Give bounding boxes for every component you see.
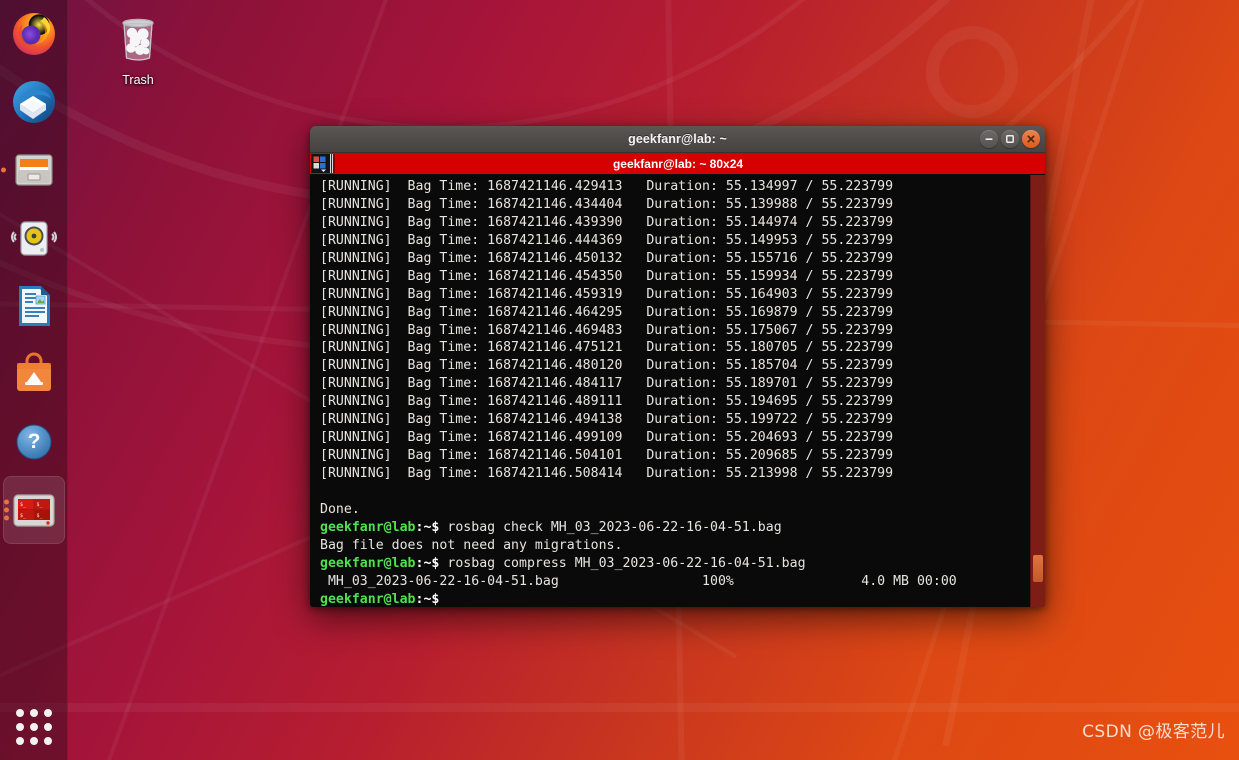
- rhythmbox-icon: [11, 221, 57, 256]
- terminal-line: [RUNNING] Bag Time: 1687421146.489111 Du…: [320, 394, 894, 410]
- shell-prompt-user: geekfanr@lab: [320, 555, 416, 571]
- terminal-line: Bag file does not need any migrations.: [320, 537, 623, 553]
- terminal-tab-title[interactable]: geekfanr@lab: ~ 80x24: [335, 157, 1021, 171]
- svg-text:$_: $_: [20, 513, 27, 519]
- shell-command: rosbag check MH_03_2023-06-22-16-04-51.b…: [439, 519, 782, 535]
- window-controls: [980, 126, 1040, 152]
- terminal-line: [RUNNING] Bag Time: 1687421146.450132 Du…: [320, 250, 894, 266]
- dock-item-firefox[interactable]: [0, 0, 68, 68]
- shell-prompt-path: :~$: [415, 519, 440, 535]
- shell-command: rosbag compress MH_03_2023-06-22-16-04-5…: [439, 555, 806, 571]
- terminal-tabbar[interactable]: geekfanr@lab: ~ 80x24: [310, 153, 1045, 175]
- dock-item-writer[interactable]: [0, 272, 68, 340]
- terminal-window[interactable]: geekfanr@lab: ~ geekfanr@lab: ~ 80x24 [R…: [310, 126, 1045, 607]
- terminal-prompt-line: geekfanr@lab:~$ rosbag check MH_03_2023-…: [320, 519, 1030, 537]
- dock: ? $_ $_ $_ $_: [0, 0, 68, 760]
- dock-item-rhythmbox[interactable]: [0, 204, 68, 272]
- svg-text:$_: $_: [37, 513, 44, 519]
- desktop[interactable]: ? $_ $_ $_ $_ Trash geekfanr@lab: ~ geek…: [0, 0, 1239, 760]
- shell-prompt-path: :~$: [415, 555, 440, 571]
- show-applications-button[interactable]: [0, 694, 68, 760]
- terminal-line: [RUNNING] Bag Time: 1687421146.480120 Du…: [320, 358, 894, 374]
- terminal-prompt-line: geekfanr@lab:~$ rosbag compress MH_03_20…: [320, 555, 1030, 573]
- thunderbird-icon: [13, 81, 55, 123]
- dock-item-files[interactable]: [0, 136, 68, 204]
- running-indicator: [4, 499, 9, 521]
- shell-prompt-user: geekfanr@lab: [320, 591, 416, 607]
- terminal-line: Done.: [320, 501, 360, 517]
- maximize-button[interactable]: [1001, 130, 1019, 148]
- terminal-line: [RUNNING] Bag Time: 1687421146.439390 Du…: [320, 214, 894, 230]
- help-icon: ?: [16, 424, 52, 460]
- shell-prompt-user: geekfanr@lab: [320, 519, 416, 535]
- scrollbar-thumb[interactable]: [1033, 555, 1043, 582]
- watermark: CSDN @极客范儿: [1082, 722, 1225, 742]
- firefox-icon: [13, 13, 55, 55]
- dock-item-software[interactable]: [0, 340, 68, 408]
- terminal-line: [RUNNING] Bag Time: 1687421146.459319 Du…: [320, 286, 894, 302]
- terminal-line: [RUNNING] Bag Time: 1687421146.504101 Du…: [320, 448, 894, 464]
- terminal-line: [RUNNING] Bag Time: 1687421146.444369 Du…: [320, 232, 894, 248]
- app-grid-icon: [16, 709, 52, 745]
- terminal-scrollbar[interactable]: [1030, 175, 1045, 607]
- close-icon: [1027, 135, 1035, 143]
- terminal-line: [RUNNING] Bag Time: 1687421146.508414 Du…: [320, 466, 894, 481]
- minimize-button[interactable]: [980, 130, 998, 148]
- shell-prompt-path: :~$: [415, 591, 440, 607]
- running-indicator: [1, 167, 6, 173]
- terminal-line: [RUNNING] Bag Time: 1687421146.454350 Du…: [320, 268, 894, 284]
- terminal-icon: $_ $_ $_ $_: [13, 494, 55, 527]
- desktop-icon-trash[interactable]: Trash: [103, 13, 173, 87]
- terminal-line: [RUNNING] Bag Time: 1687421146.484117 Du…: [320, 376, 894, 392]
- terminal-output[interactable]: [RUNNING] Bag Time: 1687421146.429413 Du…: [310, 175, 1030, 607]
- tab-grid-icon: [313, 156, 326, 172]
- close-button[interactable]: [1022, 130, 1040, 148]
- terminal-line: [RUNNING] Bag Time: 1687421146.494138 Du…: [320, 412, 894, 428]
- terminal-line: MH_03_2023-06-22-16-04-51.bag 100% 4.0 M…: [320, 573, 957, 589]
- document-icon: [19, 286, 50, 326]
- files-icon: [15, 154, 53, 186]
- terminal-line: [RUNNING] Bag Time: 1687421146.429413 Du…: [320, 179, 894, 194]
- dock-item-thunderbird[interactable]: [0, 68, 68, 136]
- terminal-prompt-line: geekfanr@lab:~$: [320, 591, 1030, 607]
- tab-list-icon[interactable]: [311, 154, 330, 173]
- wallpaper-ring: [926, 26, 1018, 118]
- svg-text:?: ?: [28, 430, 41, 453]
- wallpaper-band: [0, 703, 1239, 712]
- software-bag-icon: [17, 352, 51, 391]
- window-title: geekfanr@lab: ~: [628, 132, 727, 146]
- desktop-icon-label: Trash: [122, 73, 154, 87]
- svg-text:$_: $_: [20, 502, 27, 508]
- maximize-icon: [1006, 135, 1014, 143]
- terminal-line: [RUNNING] Bag Time: 1687421146.469483 Du…: [320, 322, 894, 338]
- terminal-line: [RUNNING] Bag Time: 1687421146.434404 Du…: [320, 196, 894, 212]
- dock-item-terminal[interactable]: $_ $_ $_ $_: [3, 476, 65, 544]
- trash-icon: [122, 18, 154, 61]
- terminal-line: [RUNNING] Bag Time: 1687421146.475121 Du…: [320, 340, 894, 356]
- terminal-line: [RUNNING] Bag Time: 1687421146.499109 Du…: [320, 430, 894, 446]
- terminal-body[interactable]: [RUNNING] Bag Time: 1687421146.429413 Du…: [310, 175, 1045, 607]
- terminal-line: [RUNNING] Bag Time: 1687421146.464295 Du…: [320, 304, 894, 320]
- dock-item-help[interactable]: ?: [0, 408, 68, 476]
- svg-text:$_: $_: [37, 502, 44, 508]
- minimize-icon: [985, 138, 993, 140]
- window-titlebar[interactable]: geekfanr@lab: ~: [310, 126, 1045, 153]
